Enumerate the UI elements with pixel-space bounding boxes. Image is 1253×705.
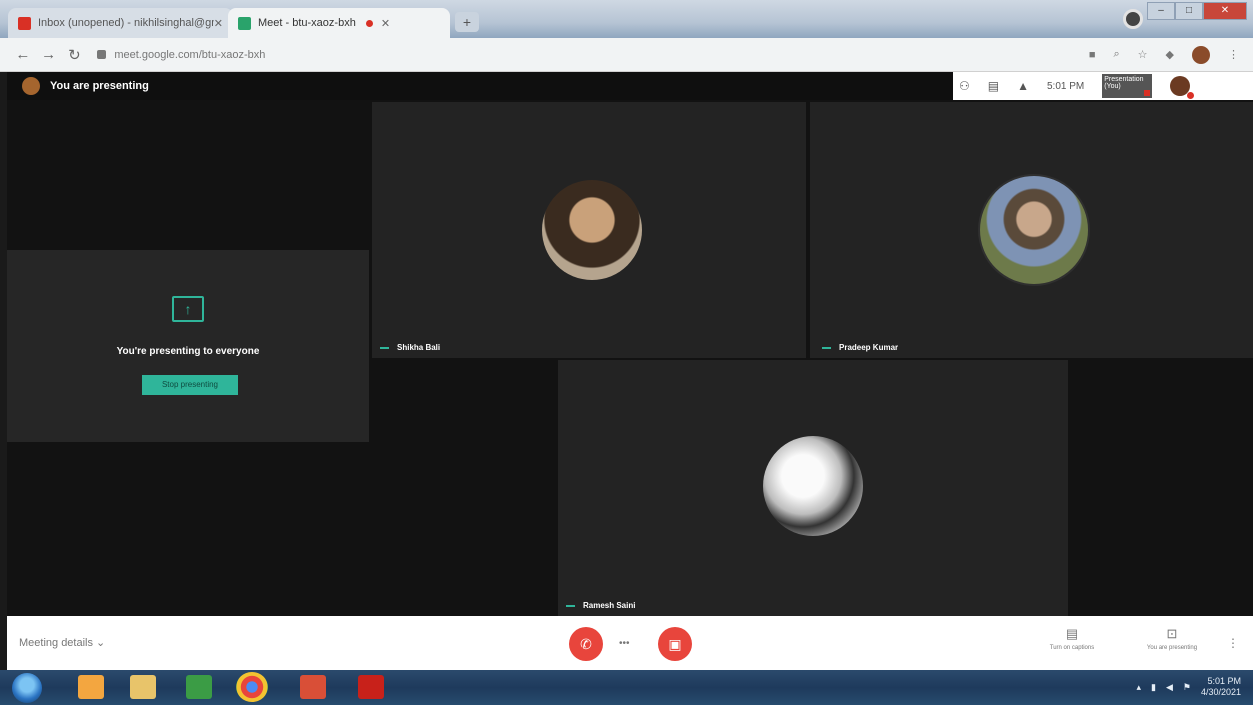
account-avatar[interactable] bbox=[1192, 45, 1210, 64]
presenting-message: You're presenting to everyone bbox=[116, 346, 260, 357]
present-now-label: You are presenting bbox=[1146, 645, 1198, 651]
more-options-icon[interactable]: ⋮ bbox=[1227, 636, 1239, 650]
clock-time: 5:01 PM bbox=[1207, 676, 1241, 686]
presenting-label: You are presenting bbox=[50, 80, 149, 92]
participant-nametag: Ramesh Saini bbox=[566, 601, 635, 610]
activities-icon[interactable]: ▲ bbox=[1017, 79, 1029, 93]
extension-icons: ■ ⌕ ☆ ◆ ⋮ bbox=[1089, 45, 1253, 64]
meet-control-bar: Meeting details ⌄ ✆ ••• ▣ ▤ Turn on capt… bbox=[7, 616, 1253, 670]
present-screen-icon: ↑ bbox=[172, 296, 204, 322]
start-button[interactable] bbox=[12, 673, 42, 703]
tab-meet-label: Meet - btu-xaoz-bxh bbox=[258, 17, 356, 29]
audio-level-icon bbox=[566, 604, 575, 607]
chat-icon[interactable]: ▤ bbox=[988, 79, 999, 93]
participant-nametag: Shikha Bali bbox=[380, 343, 440, 352]
call-controls-separator: ••• bbox=[619, 638, 630, 649]
mic-muted-badge-icon bbox=[1187, 92, 1195, 99]
stop-presenting-button[interactable]: Stop presenting bbox=[142, 375, 238, 395]
extension-icon[interactable]: ◆ bbox=[1166, 48, 1174, 61]
excel-icon[interactable] bbox=[186, 675, 212, 699]
presenting-tile: ↑ You're presenting to everyone Stop pre… bbox=[7, 250, 369, 442]
camera-off-icon: ▣ bbox=[668, 636, 682, 652]
back-icon[interactable]: ← bbox=[10, 46, 36, 63]
url-field[interactable]: meet.google.com/btu-xaoz-bxh bbox=[97, 43, 1088, 67]
windows-taskbar: ▴ ▮ ◀ ⚑ 5:01 PM 4/30/2021 bbox=[0, 670, 1253, 705]
present-icon: ⊡ bbox=[1166, 626, 1178, 641]
browser-tab-bar: Inbox (unopened) - nikhilsinghal@gmail.c… bbox=[0, 0, 1253, 38]
chrome-icon[interactable] bbox=[236, 672, 268, 702]
chrome-profile-icon[interactable] bbox=[1123, 9, 1143, 29]
captions-icon: ▤ bbox=[1065, 626, 1079, 641]
mic-off-button[interactable]: ✆ bbox=[569, 627, 603, 661]
participant-avatar bbox=[763, 436, 863, 536]
participant-tile[interactable]: Shikha Bali bbox=[372, 102, 806, 358]
gmail-icon bbox=[18, 16, 31, 30]
close-icon[interactable]: ✕ bbox=[381, 17, 390, 30]
address-bar: ← → ↻ meet.google.com/btu-xaoz-bxh ■ ⌕ ☆… bbox=[0, 38, 1253, 72]
mic-off-icon: ✆ bbox=[580, 636, 592, 652]
meet-icon bbox=[238, 16, 251, 30]
present-now-button[interactable]: ⊡ You are presenting bbox=[1132, 626, 1212, 651]
tab-meet[interactable]: Meet - btu-xaoz-bxh ✕ bbox=[228, 8, 450, 38]
tray-arrow-icon[interactable]: ▴ bbox=[1136, 682, 1141, 693]
media-player-icon[interactable] bbox=[78, 675, 104, 699]
participant-avatar bbox=[542, 180, 642, 280]
reload-icon[interactable]: ↻ bbox=[62, 46, 88, 64]
recording-indicator-icon bbox=[365, 19, 373, 27]
camera-indicator-icon[interactable]: ■ bbox=[1089, 49, 1096, 61]
star-icon[interactable]: ☆ bbox=[1138, 48, 1148, 61]
audio-level-icon bbox=[822, 346, 831, 349]
tab-inbox[interactable]: Inbox (unopened) - nikhilsinghal@gmail.c… bbox=[8, 8, 233, 38]
meeting-details-button[interactable]: Meeting details ⌄ bbox=[19, 636, 105, 649]
meet-top-right-toolbar: ⚇ ▤ ▲ 5:01 PM Presentation (You) bbox=[953, 72, 1253, 100]
participant-nametag: Pradeep Kumar bbox=[822, 343, 898, 352]
volume-icon[interactable]: ◀ bbox=[1166, 682, 1173, 693]
participant-tile[interactable]: Ramesh Saini bbox=[558, 360, 1068, 616]
tab-inbox-label: Inbox (unopened) - nikhilsinghal@gmail.c… bbox=[38, 17, 214, 29]
self-preview-thumbnail[interactable]: Presentation (You) bbox=[1102, 74, 1153, 98]
self-avatar[interactable] bbox=[1170, 76, 1195, 99]
new-tab-button[interactable]: + bbox=[455, 12, 479, 32]
participant-name: Ramesh Saini bbox=[583, 601, 636, 610]
camera-off-button[interactable]: ▣ bbox=[658, 627, 692, 661]
clock-text: 5:01 PM bbox=[1047, 80, 1085, 92]
participant-tile[interactable]: Pradeep Kumar bbox=[810, 102, 1253, 358]
acrobat-icon[interactable] bbox=[358, 675, 384, 699]
close-icon[interactable]: ✕ bbox=[214, 17, 223, 30]
powerpoint-icon[interactable] bbox=[300, 675, 326, 699]
file-explorer-icon[interactable] bbox=[130, 675, 156, 699]
minimize-button[interactable]: – bbox=[1147, 2, 1175, 20]
avatar bbox=[22, 77, 40, 95]
participant-name: Pradeep Kumar bbox=[839, 343, 899, 352]
people-icon[interactable]: ⚇ bbox=[959, 79, 970, 93]
audio-level-icon bbox=[380, 346, 389, 349]
close-window-button[interactable]: ✕ bbox=[1203, 2, 1247, 20]
url-text: meet.google.com/btu-xaoz-bxh bbox=[114, 48, 266, 61]
captions-button[interactable]: ▤ Turn on captions bbox=[1037, 626, 1107, 651]
taskbar-clock[interactable]: 5:01 PM 4/30/2021 bbox=[1201, 676, 1241, 698]
system-tray: ▴ ▮ ◀ ⚑ 5:01 PM 4/30/2021 bbox=[1136, 676, 1241, 698]
maximize-button[interactable]: □ bbox=[1175, 2, 1203, 20]
lock-icon bbox=[97, 50, 107, 59]
presenting-dot-icon bbox=[1144, 90, 1151, 96]
participant-name: Shikha Bali bbox=[397, 343, 441, 352]
menu-icon[interactable]: ⋮ bbox=[1228, 48, 1239, 61]
zoom-icon[interactable]: ⌕ bbox=[1113, 48, 1119, 61]
meet-stage: You are presenting ⚇ ▤ ▲ 5:01 PM Present… bbox=[7, 72, 1253, 616]
network-icon[interactable]: ▮ bbox=[1151, 682, 1156, 693]
captions-label: Turn on captions bbox=[1049, 645, 1095, 651]
forward-icon[interactable]: → bbox=[36, 46, 62, 63]
participant-avatar bbox=[978, 174, 1090, 286]
window-controls: – □ ✕ bbox=[1147, 2, 1247, 20]
preview-label: Presentation (You) bbox=[1104, 76, 1144, 90]
flag-icon[interactable]: ⚑ bbox=[1183, 682, 1191, 693]
clock-date: 4/30/2021 bbox=[1200, 687, 1241, 697]
